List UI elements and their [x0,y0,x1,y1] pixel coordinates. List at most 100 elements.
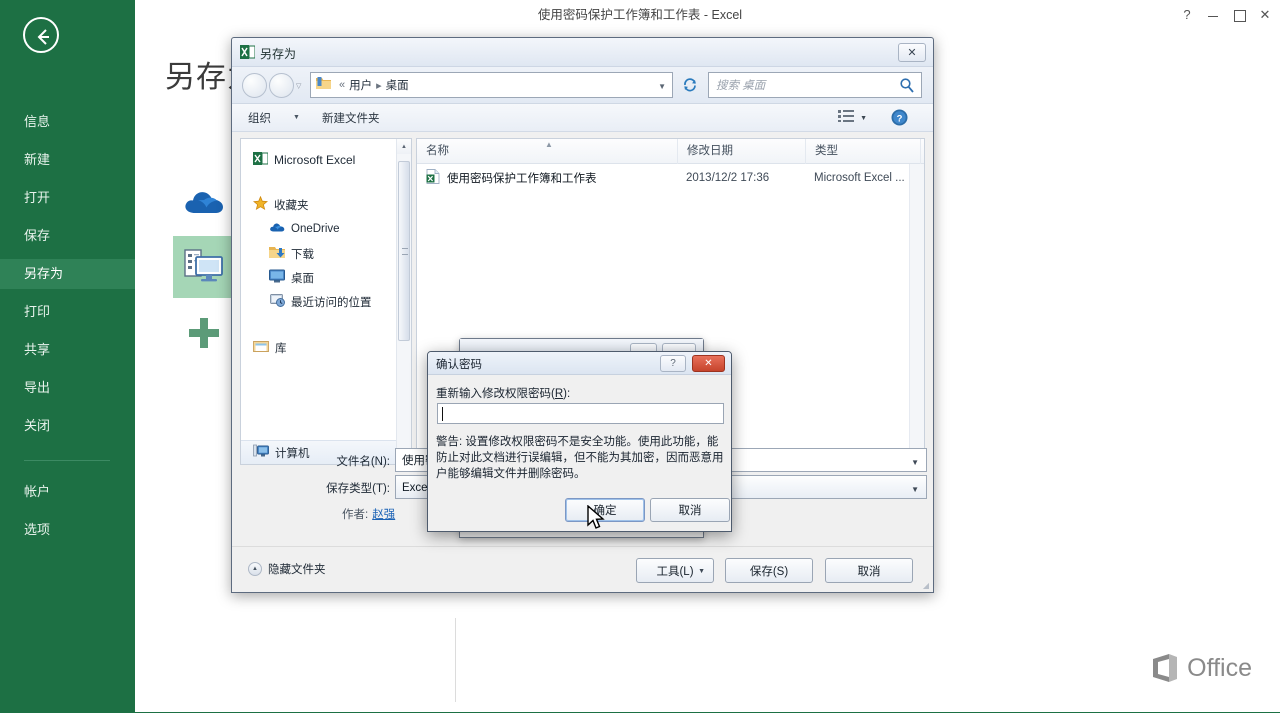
breadcrumb-dropdown-icon[interactable]: ▼ [658,82,666,91]
nav-group-libraries[interactable]: 库 [241,339,287,356]
save-as-footer: ▲ 隐藏文件夹 工具(L) ▼ 保存(S) 取消 ◢ [232,546,933,592]
search-input[interactable]: 搜索 桌面 [708,72,922,98]
nav-item-desktop[interactable]: 桌面 [241,269,314,286]
password-label-before: 重新输入修改权限密码( [436,388,555,400]
confirm-dialog-close-button[interactable]: ✕ [692,355,725,372]
confirm-dialog-title: 确认密码 [436,359,482,371]
recent-locations-chevron-icon[interactable]: ▽ [296,82,301,90]
excel-backstage-window: 使用密码保护工作簿和工作表 - Excel ? ✕ 宋簌 ▾ 信息 新建 打开 … [0,0,1280,720]
nav-group-favorites-label: 收藏夹 [274,200,309,212]
chevron-down-icon: ▼ [860,115,867,122]
resize-grip-icon[interactable]: ◢ [923,581,929,590]
back-button[interactable] [23,17,59,53]
add-a-place[interactable] [173,302,235,364]
organize-button[interactable]: 组织 [248,110,271,126]
rail-item-print[interactable]: 打印 [0,297,135,327]
save-as-navigation-bar: ▽ « 用户 ▸ 桌面 ▼ 搜索 桌面 [232,67,933,104]
breadcrumb[interactable]: « 用户 ▸ 桌面 ▼ [310,72,673,98]
nav-item-downloads[interactable]: 下载 [241,245,314,262]
search-icon [899,77,915,99]
window-maximize-button[interactable] [1226,0,1252,30]
ok-button[interactable]: 确定 [565,498,645,522]
window-help-button[interactable]: ? [1174,0,1200,30]
downloads-folder-icon [269,245,285,262]
rail-item-close[interactable]: 关闭 [0,411,135,441]
hide-folders-label: 隐藏文件夹 [268,564,326,576]
rail-item-options[interactable]: 选项 [0,515,135,545]
new-folder-button[interactable]: 新建文件夹 [322,110,380,126]
help-icon[interactable]: ? [891,109,908,131]
rail-item-save-as[interactable]: 另存为 [0,259,135,289]
rail-item-export[interactable]: 导出 [0,373,135,403]
view-list-icon [838,109,855,128]
tools-label: 工具(L) [656,565,694,578]
chevron-down-icon: ▼ [698,568,705,575]
filetype-label: 保存类型(T): [326,483,390,495]
breadcrumb-item-users[interactable]: 用户 [349,77,372,93]
refresh-icon[interactable] [678,73,702,97]
nav-item-recent-places[interactable]: 最近访问的位置 [241,293,372,310]
nav-root-microsoft-excel[interactable]: Microsoft Excel [241,151,355,169]
window-title: 使用密码保护工作簿和工作表 - Excel [537,8,743,22]
table-row[interactable]: 使用密码保护工作簿和工作表 2013/12/2 17:36 Microsoft … [417,165,924,191]
nav-forward-button[interactable] [269,73,294,98]
nav-back-button[interactable] [242,73,267,98]
excel-app-icon [240,44,256,65]
rail-item-open[interactable]: 打开 [0,183,135,213]
file-type-label: Microsoft Excel ... [814,172,905,184]
column-header-size[interactable]: 大 [920,139,924,164]
folder-icon [316,76,331,95]
file-list-header: 名称 修改日期 类型 大 ▲ [417,139,924,164]
view-options-button[interactable]: ▼ [838,109,867,128]
nav-item-onedrive[interactable]: OneDrive [241,221,340,236]
password-field-label: 重新输入修改权限密码(R): [436,385,570,401]
cancel-button[interactable]: 取消 [650,498,730,522]
chevron-down-icon[interactable]: ▼ [911,485,919,494]
window-bottom-strip [0,712,1280,720]
computer-place[interactable] [173,236,235,298]
confirm-password-dialog: 确认密码 ? ✕ 重新输入修改权限密码(R): 警告: 设置修改权限密码不是安全… [427,351,732,532]
backstage-navigation-rail: 信息 新建 打开 保存 另存为 打印 共享 导出 关闭 帐户 选项 [0,0,135,720]
hide-folders-button[interactable]: ▲ 隐藏文件夹 [248,561,326,577]
password-input[interactable] [437,403,724,424]
back-arrow-icon [37,29,49,45]
save-as-title: 另存为 [260,47,297,61]
office-logo-text: Office [1187,653,1252,682]
nav-pane-scrollbar[interactable]: ▲ ▼ [396,139,411,464]
column-header-modified[interactable]: 修改日期 [677,139,805,164]
tools-button[interactable]: 工具(L) ▼ [636,558,714,583]
chevron-down-icon[interactable]: ▼ [911,458,919,467]
office-logo-icon [1153,654,1178,682]
author-value[interactable]: 赵强 [372,509,395,521]
rail-item-share[interactable]: 共享 [0,335,135,365]
scroll-up-arrow-icon[interactable]: ▲ [397,139,411,154]
file-list-vertical-scrollbar[interactable] [909,164,924,448]
window-close-button[interactable]: ✕ [1252,0,1278,30]
breadcrumb-separator: ▸ [376,79,382,92]
onedrive-place[interactable] [173,170,235,232]
onedrive-icon [269,221,285,236]
navigation-pane[interactable]: Microsoft Excel 收藏夹 OneDrive 下载 桌面 最近访问的… [240,138,412,465]
rail-item-account[interactable]: 帐户 [0,477,135,507]
nav-item-recent-places-label: 最近访问的位置 [291,296,372,309]
nav-item-downloads-label: 下载 [291,248,314,261]
rail-item-new[interactable]: 新建 [0,145,135,175]
backstage-divider [455,618,456,702]
filename-label-row: 文件名(N): [240,449,390,473]
author-label: 作者: [342,509,369,521]
column-header-type[interactable]: 类型 [805,139,920,164]
save-as-close-button[interactable]: ✕ [898,43,926,62]
chevron-down-icon[interactable]: ▼ [293,114,300,121]
confirm-dialog-help-button[interactable]: ? [660,355,686,372]
breadcrumb-item-desktop[interactable]: 桌面 [386,77,409,93]
password-label-after: ): [563,388,571,400]
cancel-button[interactable]: 取消 [825,558,913,583]
window-minimize-button[interactable] [1200,0,1226,30]
excel-app-icon [253,151,269,169]
rail-item-info[interactable]: 信息 [0,107,135,137]
scrollbar-thumb[interactable] [398,161,410,341]
rail-item-save[interactable]: 保存 [0,221,135,251]
nav-group-favorites[interactable]: 收藏夹 [241,195,309,214]
save-button[interactable]: 保存(S) [725,558,813,583]
computer-icon [184,249,223,282]
